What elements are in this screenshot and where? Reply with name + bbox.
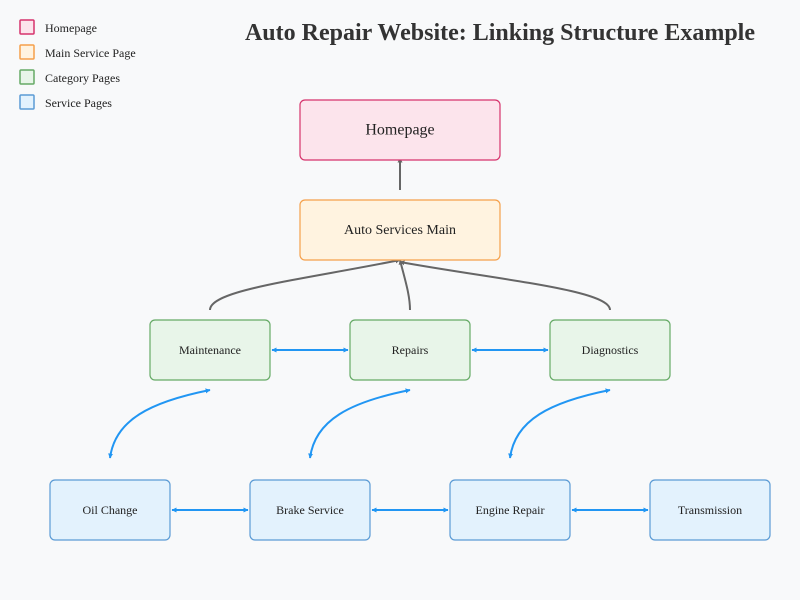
node-homepage[interactable]: Homepage [299,99,501,161]
node-label: Auto Services Main [344,223,456,238]
legend-label: Category Pages [45,71,120,85]
legend-swatch-service [19,94,35,110]
node-label: Diagnostics [582,343,639,357]
diagram-title: Auto Repair Website: Linking Structure E… [245,20,755,46]
link-brake-repairs [308,388,411,459]
legend-swatch-category [19,69,35,85]
link-engine-diagnostics [508,388,611,459]
node-label: Oil Change [83,503,138,517]
nodes: Homepage Auto Services Main Maintenance … [49,99,771,541]
legend-label: Homepage [45,21,97,35]
link-diagnostics-to-main [399,260,611,311]
node-label: Transmission [678,503,742,517]
node-label: Engine Repair [476,503,545,517]
node-label: Repairs [392,343,429,357]
legend-label: Main Service Page [45,46,136,60]
legend-item-main-service: Main Service Page [19,44,136,60]
node-transmission[interactable]: Transmission [649,479,771,541]
legend-item-service: Service Pages [19,94,112,110]
legend-item-homepage: Homepage [19,19,97,35]
node-oil-change[interactable]: Oil Change [49,479,171,541]
node-label: Maintenance [179,343,241,357]
node-auto-services-main[interactable]: Auto Services Main [299,199,501,261]
legend: Homepage Main Service Page Category Page… [19,19,136,110]
node-label: Brake Service [276,503,344,517]
legend-swatch-main-service [19,44,35,60]
link-repairs-to-main [398,259,411,311]
legend-item-category: Category Pages [19,69,120,85]
node-maintenance[interactable]: Maintenance [149,319,271,381]
node-brake-service[interactable]: Brake Service [249,479,371,541]
link-maintenance-to-main [209,258,401,311]
site-structure-diagram: Auto Repair Website: Linking Structure E… [19,19,771,541]
legend-label: Service Pages [45,96,112,110]
node-engine-repair[interactable]: Engine Repair [449,479,571,541]
node-label: Homepage [365,122,434,139]
legend-swatch-homepage [19,19,35,35]
node-diagnostics[interactable]: Diagnostics [549,319,671,381]
link-oil-maintenance [108,388,211,459]
node-repairs[interactable]: Repairs [349,319,471,381]
